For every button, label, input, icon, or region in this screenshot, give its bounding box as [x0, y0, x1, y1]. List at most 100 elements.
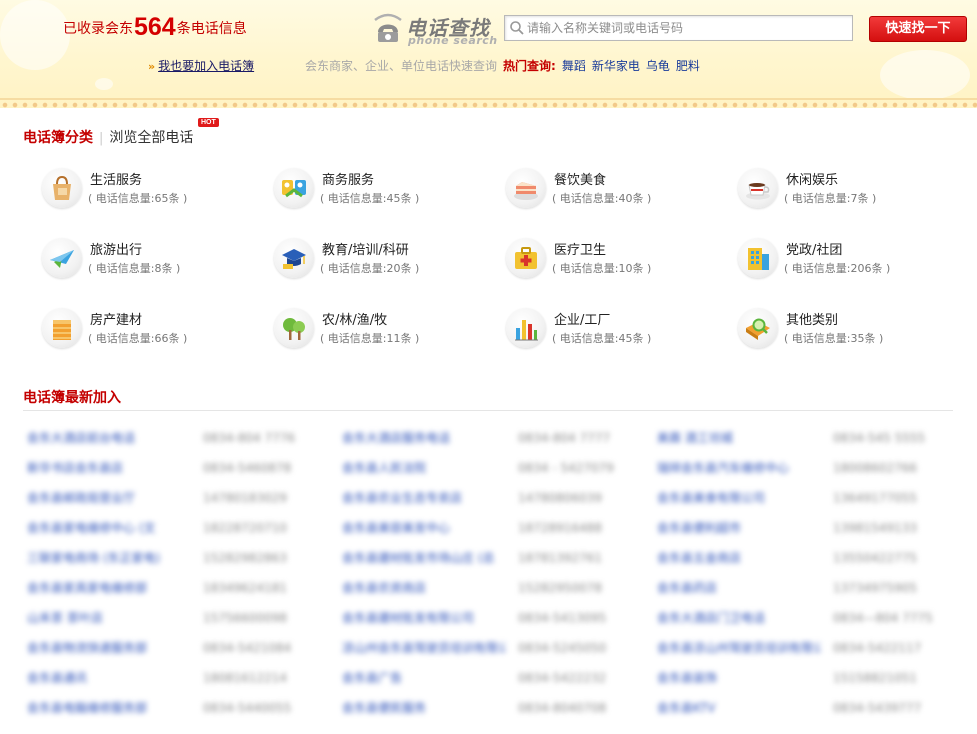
category-name: 旅游出行	[90, 243, 143, 258]
category-medical[interactable]: 医疗卫生 ( 电话信息量:10条 )	[506, 236, 726, 282]
category-life-services[interactable]: 生活服务 ( 电话信息量:65条 )	[42, 166, 262, 212]
entry-phone: 14780806039	[518, 491, 602, 505]
entry-name-link[interactable]: 会东县五金商店	[657, 548, 821, 568]
category-name: 房产建材	[90, 313, 143, 328]
entry-name-link[interactable]: 会东县通讯	[27, 668, 191, 688]
entry-phone: 0834-5439777	[833, 701, 922, 715]
entry-name-link[interactable]: 会东县建材批发有限公司	[342, 608, 506, 628]
category-count: ( 电话信息量:11条 )	[320, 332, 420, 345]
entry-phone: 13550422775	[833, 551, 917, 565]
entry-name-link[interactable]: 会东县电脑维修服务部	[27, 698, 191, 718]
category-icon-circle	[506, 308, 546, 348]
search-icon	[510, 21, 524, 35]
graduation-cap-icon	[282, 249, 306, 269]
category-name: 教育/培训/科研	[322, 243, 409, 258]
entry-phone: 13649177055	[833, 491, 917, 505]
hot-link[interactable]: 肥料	[676, 59, 700, 73]
category-name: 休闲娱乐	[786, 173, 839, 188]
entry-name-link[interactable]: 会东县家具家电维修部	[27, 578, 191, 598]
entry-phone: 18228720710	[203, 521, 287, 535]
entry-phone: 14780183029	[203, 491, 287, 505]
category-count: ( 电话信息量:20条 )	[320, 262, 420, 275]
category-real-estate[interactable]: 房产建材 ( 电话信息量:66条 )	[42, 306, 262, 352]
entry-name-link[interactable]: 会东县农业生态专卖店	[342, 488, 506, 508]
entry-name-link[interactable]: 会东县农资商店	[342, 578, 506, 598]
medical-kit-icon	[515, 247, 537, 269]
entry-name-link[interactable]: 会东县装饰	[657, 668, 821, 688]
category-travel[interactable]: 旅游出行 ( 电话信息量:8条 )	[42, 236, 262, 282]
category-count: ( 电话信息量:35条 )	[784, 332, 884, 345]
table-row: 会东县通讯 18081612214 会东县广告 0834-5422232 会东县装饰 15…	[27, 668, 957, 698]
entry-name-link[interactable]: 会东大酒店服务电话	[342, 428, 506, 448]
shopping-bag-icon	[53, 175, 71, 200]
entry-name-link[interactable]: 会东县人民法院	[342, 458, 506, 478]
category-business-services[interactable]: 商务服务 ( 电话信息量:45条 )	[274, 166, 494, 212]
table-row: 会东县电脑维修服务部 0834-5440055 会东县便民服务 0834-804070…	[27, 698, 957, 728]
browse-all-link[interactable]: 浏览全部电话	[109, 130, 193, 146]
category-count: ( 电话信息量:45条 )	[552, 332, 652, 345]
category-name: 医疗卫生	[554, 243, 607, 258]
entry-name-link[interactable]: 会东县广告	[342, 668, 506, 688]
entry-name-link[interactable]: 会东县美容美发中心	[342, 518, 506, 538]
entry-phone: 0834-5460878	[203, 461, 292, 475]
category-icon-circle	[274, 308, 314, 348]
category-others[interactable]: 其他类别 ( 电话信息量:35条 )	[738, 306, 958, 352]
category-name: 商务服务	[322, 173, 375, 188]
entry-phone: 0834 - 5427079	[518, 461, 614, 475]
category-agriculture[interactable]: 农/林/渔/牧 ( 电话信息量:11条 )	[274, 306, 494, 352]
site-logo[interactable]: 电话查找 phone search	[372, 12, 500, 48]
decor-bubble	[880, 50, 970, 100]
airplane-icon	[50, 250, 74, 268]
entry-name-link[interactable]: 瑞祥会东县汽车维修中心	[657, 458, 821, 478]
entry-phone: 18081612214	[203, 671, 287, 685]
entry-phone: 18349624181	[203, 581, 287, 595]
entry-name-link[interactable]: 会东县邮政局营业厅	[27, 488, 191, 508]
latest-section-title: 电话簿最新加入	[23, 390, 121, 406]
entry-name-link[interactable]: 山禾茶 茶叶店	[27, 608, 191, 628]
table-row: 新华书店会东县店 0834-5460878 会东县人民法院 0834 - 542707…	[27, 458, 957, 488]
join-directory: » 我也要加入电话簿	[148, 57, 254, 74]
entry-phone: 15282950078	[518, 581, 602, 595]
category-count: ( 电话信息量:40条 )	[552, 192, 652, 205]
join-directory-link[interactable]: 我也要加入电话簿	[158, 59, 254, 73]
entry-name-link[interactable]: 新华书店会东县店	[27, 458, 191, 478]
entry-name-link[interactable]: 会东县便利超市	[657, 518, 821, 538]
entry-name-link[interactable]: 美霖 酒工坊城	[657, 428, 821, 448]
entry-phone: 0834-5422117	[833, 641, 922, 655]
category-government[interactable]: 党政/社团 ( 电话信息量:206条 )	[738, 236, 958, 282]
search-input[interactable]	[527, 18, 847, 38]
entry-name-link[interactable]: 会东县凉山州驾驶员培训有限公司	[657, 638, 821, 658]
category-education[interactable]: 教育/培训/科研 ( 电话信息量:20条 )	[274, 236, 494, 282]
category-enterprise[interactable]: 企业/工厂 ( 电话信息量:45条 )	[506, 306, 726, 352]
hot-link[interactable]: 新华家电	[592, 59, 640, 73]
entry-name-link[interactable]: 会东县家电维修中心 (文	[27, 518, 191, 538]
hot-link[interactable]: 舞蹈	[562, 59, 586, 73]
table-row: 会东县邮政局营业厅 14780183029 会东县农业生态专卖店 1478080603…	[27, 488, 957, 518]
hot-badge: HOT	[198, 118, 219, 127]
search-button[interactable]: 快速找一下	[869, 16, 967, 42]
entry-name-link[interactable]: 会东县KTV	[657, 698, 821, 718]
category-name: 其他类别	[786, 313, 839, 328]
hot-link[interactable]: 乌龟	[646, 59, 670, 73]
entry-phone: 15158821051	[833, 671, 917, 685]
cake-icon	[514, 182, 538, 200]
category-leisure[interactable]: 休闲娱乐 ( 电话信息量:7条 )	[738, 166, 958, 212]
entry-phone: 0834-545 5555	[833, 431, 926, 445]
entry-phone: 0834-8040708	[518, 701, 607, 715]
entry-name-link[interactable]: 会东大酒店门卫电话	[657, 608, 821, 628]
table-row: 会东大酒店前台电话 0834-804 7776 会东大酒店服务电话 0834-804 …	[27, 428, 957, 458]
entry-name-link[interactable]: 三联家电商场 (东正家电)	[27, 548, 191, 568]
entry-name-link[interactable]: 会东大酒店前台电话	[27, 428, 191, 448]
entry-name-link[interactable]: 凉山州会东县驾驶员培训有限公司	[342, 638, 506, 658]
entry-name-link[interactable]: 会东县便民服务	[342, 698, 506, 718]
category-catering[interactable]: 餐饮美食 ( 电话信息量:40条 )	[506, 166, 726, 212]
entry-name-link[interactable]: 会东县建材批发市场山庄 (总	[342, 548, 506, 568]
entry-phone: 0834-5245050	[518, 641, 607, 655]
entry-name-link[interactable]: 会东县药店	[657, 578, 821, 598]
category-icon-circle	[42, 308, 82, 348]
entry-name-link[interactable]: 会东县美食有限公司	[657, 488, 821, 508]
handshake-icon	[282, 180, 306, 198]
entry-name-link[interactable]: 会东县物流快递服务部	[27, 638, 191, 658]
table-row: 会东县家具家电维修部 18349624181 会东县农资商店 15282950078 会…	[27, 578, 957, 608]
category-count: ( 电话信息量:7条 )	[784, 192, 877, 205]
